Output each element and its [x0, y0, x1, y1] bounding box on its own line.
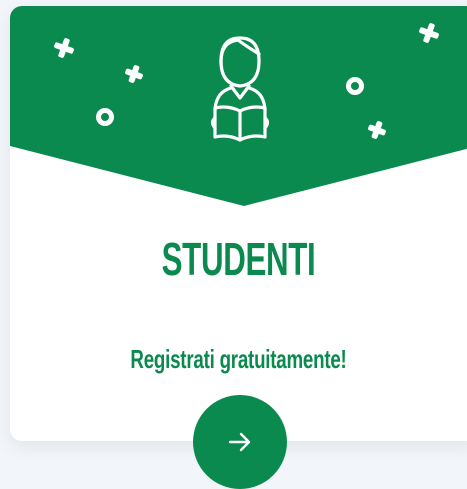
- students-card[interactable]: STUDENTI Registrati gratuitamente!: [10, 6, 467, 441]
- arrow-right-icon: [228, 432, 251, 452]
- card-subtitle[interactable]: Registrati gratuitamente!: [74, 346, 403, 372]
- banner-graphic: [10, 6, 467, 206]
- register-arrow-button[interactable]: [193, 395, 287, 489]
- card-banner: [10, 6, 467, 208]
- banner-shape: [10, 6, 467, 206]
- card-title: STUDENTI: [161, 233, 316, 285]
